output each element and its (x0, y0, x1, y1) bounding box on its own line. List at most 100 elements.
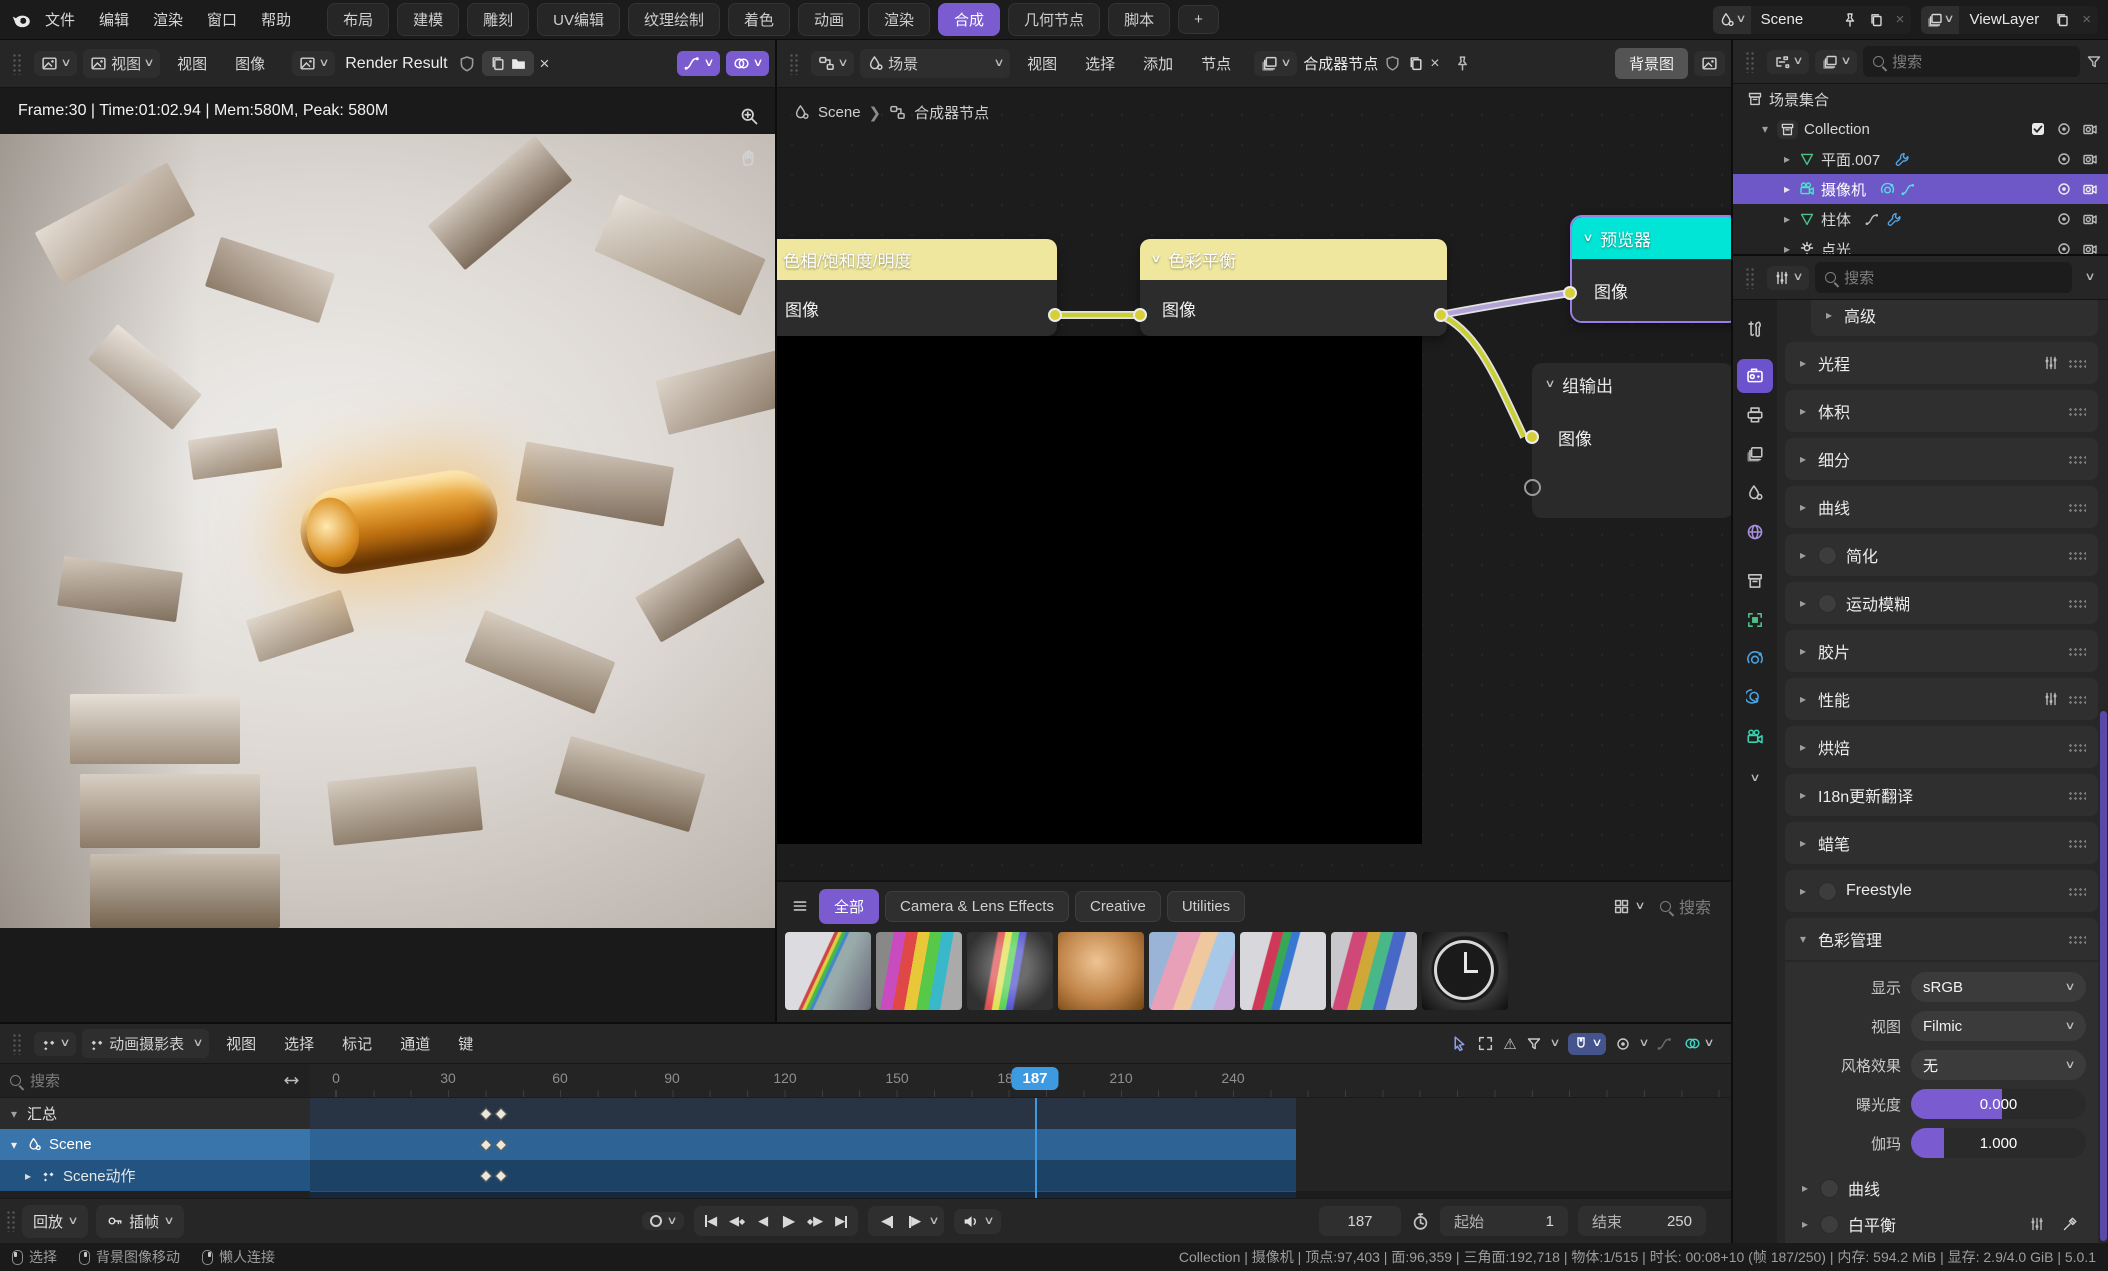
tree-type-dropdown[interactable]: 场景∨ (860, 49, 1010, 78)
render-visibility-icon[interactable] (2082, 211, 2098, 227)
drag-dots-icon[interactable] (2068, 503, 2086, 512)
panel-grease-pencil[interactable]: ▸蜡笔 (1785, 822, 2098, 864)
workspace-tab-uv[interactable]: UV编辑 (537, 3, 620, 36)
tab-collection[interactable] (1737, 564, 1773, 598)
drag-dots-icon[interactable] (2068, 839, 2086, 848)
comp-menu-view[interactable]: 视图 (1016, 49, 1068, 78)
panel-color-management[interactable]: ▾色彩管理 (1785, 918, 2098, 960)
comp-menu-add[interactable]: 添加 (1132, 49, 1184, 78)
drag-dots-icon[interactable] (2068, 695, 2086, 704)
duplicate-image-icon[interactable] (489, 55, 506, 72)
outliner-filter-mode[interactable]: ∨ (1815, 50, 1857, 74)
tl-menu-key[interactable]: 键 (447, 1029, 484, 1058)
outliner-row-cylinder[interactable]: ▸ 柱体 (1733, 204, 2108, 234)
view-transform-button[interactable]: ∨ (677, 51, 720, 76)
filter-funnel-icon[interactable] (2086, 54, 2102, 70)
channel-search[interactable]: 搜索 (0, 1064, 310, 1097)
snap-magnet-button[interactable]: ∨ (1568, 1033, 1606, 1055)
panel-i18n-update[interactable]: ▸I18n更新翻译 (1785, 774, 2098, 816)
panel-light-paths[interactable]: ▸光程 (1785, 342, 2098, 384)
render-visibility-icon[interactable] (2082, 151, 2098, 167)
panel-bake[interactable]: ▸烘焙 (1785, 726, 2098, 768)
asset-thumbnail-4[interactable] (1058, 932, 1144, 1010)
jump-to-start-button[interactable]: ◀ (698, 1208, 724, 1234)
workspace-tab-texture-paint[interactable]: 纹理绘制 (628, 3, 720, 36)
viewlayer-name[interactable]: ViewLayer (1959, 11, 2049, 28)
expand-range-icon[interactable] (283, 1072, 300, 1089)
fake-user-shield-icon[interactable] (1384, 55, 1401, 72)
node-tree-name[interactable]: 合成器节点 (1303, 53, 1378, 74)
collapse-icon[interactable]: ∨ (1582, 233, 1593, 244)
tl-menu-channel[interactable]: 通道 (389, 1029, 441, 1058)
checkbox[interactable] (1818, 546, 1837, 565)
render-visibility-icon[interactable] (2082, 121, 2098, 137)
eyedropper-icon[interactable] (2062, 1216, 2078, 1232)
fake-user-shield-icon[interactable] (458, 55, 476, 73)
unlink-image-icon[interactable]: × (540, 54, 550, 74)
expand-icon[interactable]: ▸ (1781, 152, 1793, 166)
new-scene-icon[interactable] (1868, 12, 1884, 28)
expand-icon[interactable]: ▸ (1781, 182, 1793, 196)
comp-menu-select[interactable]: 选择 (1074, 49, 1126, 78)
step-back-button[interactable]: ◀ (874, 1208, 900, 1234)
image-name[interactable]: Render Result (341, 55, 451, 73)
shelf-tab-camera-lens[interactable]: Camera & Lens Effects (885, 891, 1069, 922)
workspace-tab-geometry-nodes[interactable]: 几何节点 (1008, 3, 1100, 36)
drag-handle[interactable] (6, 1210, 16, 1232)
shelf-menu-icon[interactable] (791, 897, 809, 915)
properties-search[interactable]: 搜索 (1815, 262, 2072, 293)
node-hue-saturation[interactable]: ∨色相/饱和度/明度 图像 (777, 239, 1057, 336)
panel-motion-blur[interactable]: ▸运动模糊 (1785, 582, 2098, 624)
tl-menu-view[interactable]: 视图 (215, 1029, 267, 1058)
panel-curves[interactable]: ▸曲线 (1785, 486, 2098, 528)
backdrop-image-button[interactable] (1694, 51, 1725, 76)
panel-subdivision[interactable]: ▸细分 (1785, 438, 2098, 480)
image-menu-view[interactable]: 视图 (166, 49, 218, 78)
render-visibility-icon[interactable] (2082, 241, 2098, 256)
editor-type-button[interactable]: ∨ (1767, 266, 1809, 290)
collapse-icon[interactable]: ∨ (1150, 254, 1161, 265)
workspace-tab-modeling[interactable]: 建模 (397, 3, 459, 36)
drag-handle[interactable] (1745, 267, 1755, 289)
hue-output-socket[interactable] (1048, 308, 1062, 322)
breadcrumb-tree[interactable]: 合成器节点 (914, 102, 989, 123)
panel-film[interactable]: ▸胶片 (1785, 630, 2098, 672)
workspace-tab-compositing[interactable]: 合成 (938, 3, 1000, 36)
comp-menu-node[interactable]: 节点 (1190, 49, 1242, 78)
asset-thumbnail-6[interactable] (1240, 932, 1326, 1010)
groupout-image-socket[interactable] (1525, 430, 1539, 444)
asset-thumbnail-3[interactable] (967, 932, 1053, 1010)
tab-constraints[interactable] (1737, 681, 1773, 715)
viewlayer-selector[interactable]: ∨ ViewLayer × (1921, 6, 2098, 34)
asset-thumbnail-5[interactable] (1149, 932, 1235, 1010)
tab-physics[interactable] (1737, 642, 1773, 676)
outliner-display-mode[interactable]: ∨ (1767, 50, 1809, 74)
node-color-balance[interactable]: ∨色彩平衡 图像 (1140, 239, 1447, 336)
look-select[interactable]: 无∨ (1911, 1050, 2086, 1080)
tab-output[interactable] (1737, 398, 1773, 432)
workspace-tab-rendering[interactable]: 渲染 (868, 3, 930, 36)
subpanel-white-balance[interactable]: ▸白平衡 (1797, 1209, 2086, 1236)
falloff-curve-icon[interactable] (1657, 1036, 1673, 1052)
channel-scene-action[interactable]: ▸Scene动作 (0, 1160, 1731, 1191)
checkbox[interactable] (1820, 1179, 1839, 1198)
holdout-icon[interactable] (2056, 151, 2072, 167)
tab-world[interactable] (1737, 515, 1773, 549)
drag-dots-icon[interactable] (2068, 743, 2086, 752)
channel-scene[interactable]: ▾Scene (0, 1129, 1731, 1160)
drag-handle[interactable] (1745, 51, 1755, 73)
asset-thumbnail-7[interactable] (1331, 932, 1417, 1010)
balance-input-socket[interactable] (1133, 308, 1147, 322)
tab-object-data[interactable] (1737, 720, 1773, 754)
outliner-row-scene-collection[interactable]: 场景集合 (1733, 84, 2108, 114)
panel-volumes[interactable]: ▸体积 (1785, 390, 2098, 432)
editor-type-button[interactable]: ∨ (34, 1032, 76, 1056)
expand-icon[interactable]: ▾ (1759, 122, 1771, 136)
checkbox[interactable] (1820, 1215, 1839, 1234)
step-forward-button[interactable]: ▶ (902, 1208, 928, 1234)
display-mode-grid-icon[interactable] (1613, 898, 1630, 915)
image-mode-dropdown[interactable]: 视图∨ (83, 49, 160, 78)
frame-start-field[interactable]: 起始1 (1440, 1206, 1568, 1236)
node-viewer[interactable]: ∨预览器 图像 (1570, 215, 1733, 323)
frame-end-field[interactable]: 结束250 (1578, 1206, 1706, 1236)
